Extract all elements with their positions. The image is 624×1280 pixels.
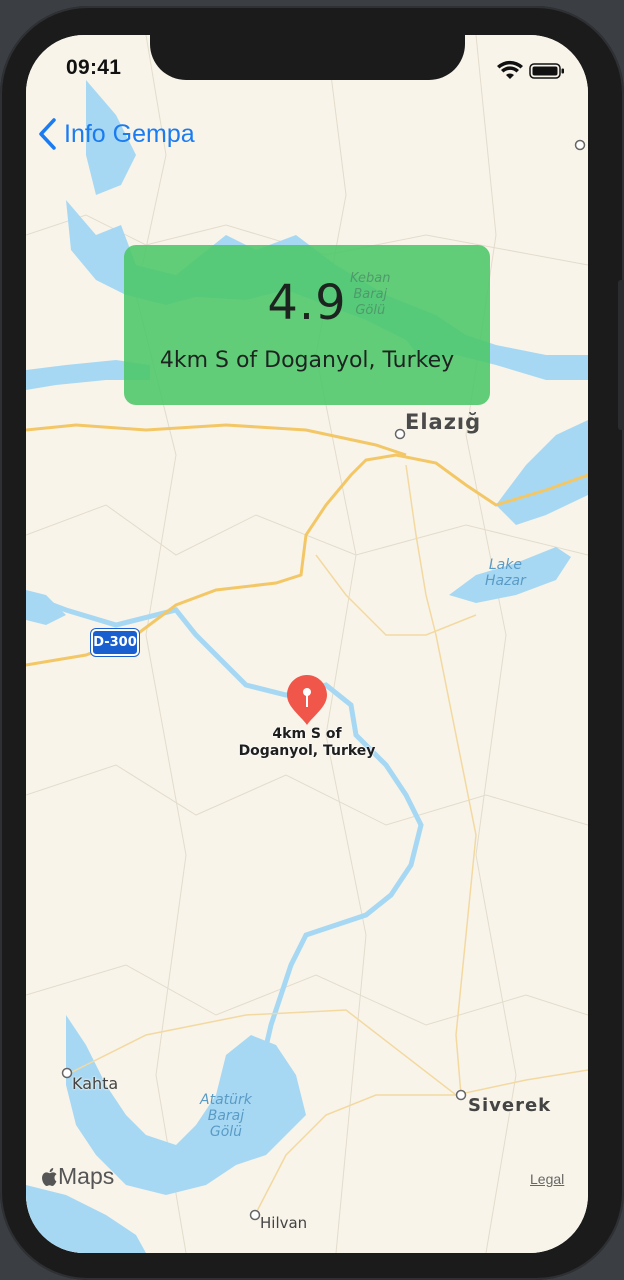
pin-label-line1: 4km S of xyxy=(272,726,342,742)
water-label-hazar: Lake Hazar xyxy=(485,557,526,589)
pin-label-line2: Doganyol, Turkey xyxy=(238,743,376,759)
status-time: 09:41 xyxy=(66,56,122,79)
water-label-keban: Keban Baraj Gölü xyxy=(350,271,391,318)
maps-attribution: Maps xyxy=(40,1163,114,1190)
back-button-label: Info Gempa xyxy=(64,119,195,148)
magnitude-value: 4.9 xyxy=(267,275,347,331)
legal-link[interactable]: Legal xyxy=(530,1171,564,1187)
status-indicators xyxy=(497,60,564,79)
battery-icon xyxy=(529,63,564,79)
chevron-left-icon xyxy=(39,118,56,150)
maps-label: Maps xyxy=(58,1163,115,1189)
earthquake-info-card: 4.9 4km S of Doganyol, Turkey xyxy=(124,245,490,405)
water-label-ataturk: Atatürk Baraj Gölü xyxy=(200,1092,252,1140)
city-label-kahta: Kahta xyxy=(72,1074,119,1093)
side-button xyxy=(618,280,624,430)
city-label-siverek: Siverek xyxy=(468,1095,552,1116)
map-pin-icon[interactable] xyxy=(285,673,329,727)
city-label-hilvan: Hilvan xyxy=(260,1214,308,1232)
apple-logo-icon xyxy=(42,1167,57,1186)
road-shield-d300: D-300 xyxy=(91,629,139,656)
pin-label: 4km S of Doganyol, Turkey xyxy=(200,726,414,760)
back-button[interactable]: Info Gempa xyxy=(38,116,195,152)
city-label-elazig: Elazığ xyxy=(405,410,482,434)
notch xyxy=(150,35,465,80)
wifi-icon xyxy=(497,60,523,79)
earthquake-location: 4km S of Doganyol, Turkey xyxy=(159,348,455,373)
